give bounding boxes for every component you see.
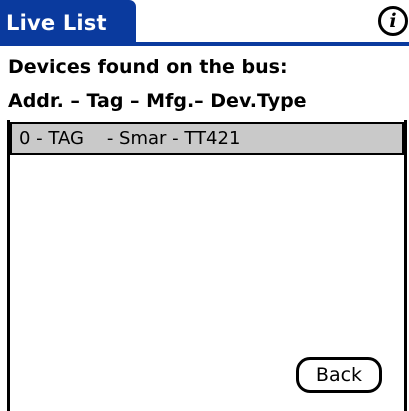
title-underline: [0, 42, 409, 46]
devices-found-heading: Devices found on the bus:: [8, 56, 288, 78]
back-button[interactable]: Back: [296, 357, 382, 393]
list-item-device-0[interactable]: 0 - TAG - Smar - TT421: [10, 122, 404, 155]
window-title: Live List: [0, 0, 136, 46]
info-icon[interactable]: i: [378, 6, 408, 36]
columns-header: Addr. – Tag – Mfg.– Dev.Type: [8, 90, 307, 112]
live-list-screen: Live List i Devices found on the bus: Ad…: [0, 0, 409, 411]
